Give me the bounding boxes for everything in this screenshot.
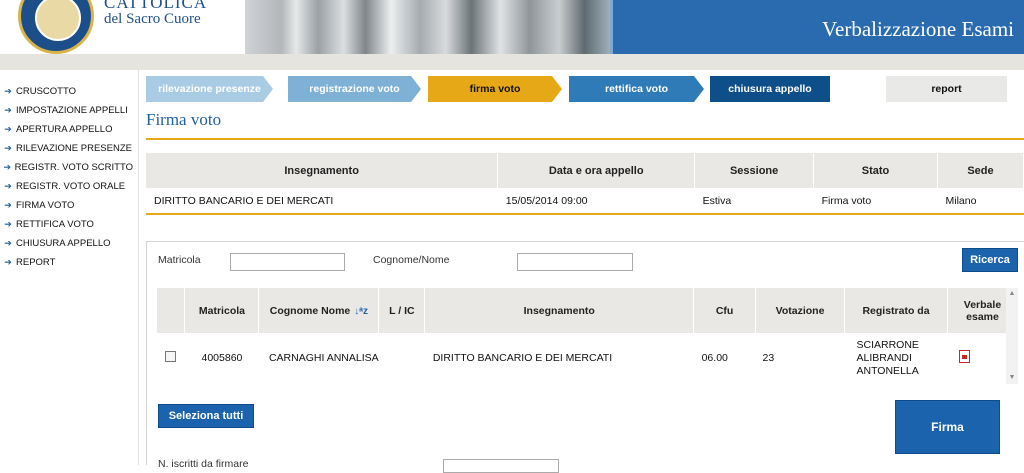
cell-sessione: Estiva bbox=[702, 195, 732, 207]
sort-az-icon[interactable]: ↓ᵃz bbox=[354, 306, 368, 317]
arrow-right-icon: ➔ bbox=[4, 200, 12, 210]
header-banner-image bbox=[245, 0, 610, 54]
title-divider bbox=[146, 138, 1024, 140]
arrow-right-icon: ➔ bbox=[4, 143, 12, 153]
col-header-votazione: Votazione bbox=[755, 288, 845, 333]
step-registrazione-voto[interactable]: registrazione voto bbox=[288, 76, 421, 102]
table-scrollbar[interactable]: ▲ ▼ bbox=[1006, 288, 1018, 384]
sidebar-item-label: CHIUSURA APPELLO bbox=[16, 238, 111, 249]
pdf-icon[interactable] bbox=[959, 350, 971, 363]
sidebar-item-apertura-appello[interactable]: ➔ APERTURA APPELLO bbox=[0, 120, 133, 139]
cell-cognome-nome: CARNAGHI ANNALISA bbox=[268, 352, 379, 364]
sidebar-item-label: APERTURA APPELLO bbox=[16, 124, 113, 135]
col-header-data-ora: Data e ora appello bbox=[497, 153, 696, 188]
cell-matricola: 4005860 bbox=[201, 352, 243, 364]
cell-stato: Firma voto bbox=[821, 195, 872, 207]
cell-select bbox=[157, 333, 185, 383]
arrow-right-icon: ➔ bbox=[4, 105, 12, 115]
matricola-input[interactable] bbox=[230, 253, 345, 271]
cell-lic bbox=[379, 333, 425, 383]
step-rilevazione-presenze[interactable]: rilevazione presenze bbox=[146, 76, 273, 102]
sidebar-item-label: IMPOSTAZIONE APPELLI bbox=[16, 105, 128, 116]
select-row-checkbox[interactable] bbox=[165, 351, 177, 362]
cognome-nome-label: Cognome/Nome bbox=[373, 254, 450, 266]
sidebar-item-firma-voto[interactable]: ➔ FIRMA VOTO bbox=[0, 196, 133, 215]
header-subbar bbox=[0, 54, 1024, 70]
sidebar-item-cruscotto[interactable]: ➔ CRUSCOTTO bbox=[0, 82, 133, 101]
step-chiusura-appello[interactable]: chiusura appello bbox=[710, 76, 830, 102]
col-header-matricola: Matricola bbox=[184, 288, 260, 333]
sidebar-item-label: REGISTR. VOTO SCRITTO bbox=[14, 162, 133, 173]
sidebar-item-registr-voto-scritto[interactable]: ➔ REGISTR. VOTO SCRITTO bbox=[0, 158, 133, 177]
arrow-right-icon: ➔ bbox=[4, 86, 12, 96]
arrow-right-icon: ➔ bbox=[4, 181, 12, 191]
step-report[interactable]: report bbox=[886, 76, 1007, 102]
sidebar-item-label: RILEVAZIONE PRESENZE bbox=[16, 143, 132, 154]
sidebar-divider bbox=[138, 70, 139, 465]
header-title-band: Verbalizzazione Esami bbox=[610, 0, 1024, 54]
sign-button[interactable]: Firma bbox=[895, 400, 1000, 454]
step-rettifica-voto[interactable]: rettifica voto bbox=[569, 76, 704, 102]
cell-sede: Milano bbox=[945, 195, 977, 207]
university-seal-logo bbox=[18, 0, 94, 54]
count-select[interactable] bbox=[443, 459, 559, 473]
students-table: Matricola Cognome Nome ↓ᵃz L / IC Insegna… bbox=[157, 288, 1019, 383]
col-header-sessione: Sessione bbox=[694, 153, 815, 188]
app-header: CATTOLICA del Sacro Cuore Verbalizzazion… bbox=[0, 0, 1024, 54]
sidebar-item-rilevazione-presenze[interactable]: ➔ RILEVAZIONE PRESENZE bbox=[0, 139, 133, 158]
col-header-select bbox=[157, 288, 186, 333]
cognome-nome-input[interactable] bbox=[517, 253, 633, 271]
table-row: DIRITTO BANCARIO E DEI MERCATI 15/05/201… bbox=[146, 188, 1024, 214]
ricerca-button[interactable]: Ricerca bbox=[962, 248, 1018, 272]
arrow-right-icon: ➔ bbox=[4, 257, 12, 267]
app-title: Verbalizzazione Esami bbox=[822, 17, 1014, 41]
sidebar-item-impostazione-appelli[interactable]: ➔ IMPOSTAZIONE APPELLI bbox=[0, 101, 133, 120]
cell-insegnamento: DIRITTO BANCARIO E DEI MERCATI bbox=[154, 195, 334, 207]
arrow-right-icon: ➔ bbox=[3, 162, 12, 172]
scroll-up-icon[interactable]: ▲ bbox=[1006, 288, 1018, 300]
cell-registrato-da: SCIARRONE ALIBRANDI ANTONELLA bbox=[856, 338, 919, 377]
sidebar-item-label: REPORT bbox=[16, 257, 56, 268]
sidebar-item-rettifica-voto[interactable]: ➔ RETTIFICA VOTO bbox=[0, 215, 133, 234]
cell-data-ora: 15/05/2014 09:00 bbox=[505, 195, 588, 207]
cell-insegnamento: DIRITTO BANCARIO E DEI MERCATI bbox=[432, 352, 613, 364]
col-header-stato: Stato bbox=[813, 153, 938, 188]
col-header-label: Cognome Nome bbox=[269, 304, 351, 317]
sidebar-item-report[interactable]: ➔ REPORT bbox=[0, 253, 133, 272]
sidebar-nav: ➔ CRUSCOTTO ➔ IMPOSTAZIONE APPELLI ➔ APERTU… bbox=[0, 82, 133, 272]
sidebar-item-label: REGISTR. VOTO ORALE bbox=[16, 181, 126, 192]
sidebar-item-chiusura-appello[interactable]: ➔ CHIUSURA APPELLO bbox=[0, 234, 133, 253]
university-name-line2: del Sacro Cuore bbox=[104, 11, 201, 27]
page-title: Firma voto bbox=[146, 110, 222, 129]
sidebar-item-label: RETTIFICA VOTO bbox=[16, 219, 94, 230]
table-row: 4005860 CARNAGHI ANNALISA DIRITTO BANCAR… bbox=[157, 333, 1018, 383]
sidebar-item-label: CRUSCOTTO bbox=[16, 86, 76, 97]
arrow-right-icon: ➔ bbox=[4, 238, 12, 248]
col-header-registrato-da: Registrato da bbox=[844, 288, 948, 333]
col-header-cognome-nome[interactable]: Cognome Nome ↓ᵃz bbox=[258, 288, 380, 333]
sidebar-item-registr-voto-orale[interactable]: ➔ REGISTR. VOTO ORALE bbox=[0, 177, 133, 196]
exam-info-table: Insegnamento Data e ora appello Sessione… bbox=[146, 153, 1024, 214]
cell-votazione: 23 bbox=[762, 352, 775, 364]
col-header-insegnamento: Insegnamento bbox=[424, 288, 695, 333]
matricola-label: Matricola bbox=[158, 254, 201, 266]
arrow-right-icon: ➔ bbox=[4, 219, 12, 229]
university-name-line1: CATTOLICA bbox=[104, 0, 208, 12]
select-all-button[interactable]: Seleziona tutti bbox=[158, 404, 254, 428]
sidebar-item-label: FIRMA VOTO bbox=[16, 200, 75, 211]
info-divider bbox=[146, 213, 1024, 215]
scroll-down-icon[interactable]: ▼ bbox=[1006, 372, 1018, 384]
step-firma-voto-active[interactable]: firma voto bbox=[428, 76, 562, 102]
col-header-lic: L / IC bbox=[378, 288, 426, 333]
university-name: CATTOLICA del Sacro Cuore bbox=[104, 0, 207, 28]
col-header-cfu: Cfu bbox=[693, 288, 757, 333]
cell-cfu: 06.00 bbox=[701, 352, 728, 364]
col-header-sede: Sede bbox=[937, 153, 1024, 188]
col-header-insegnamento: Insegnamento bbox=[146, 153, 499, 188]
arrow-right-icon: ➔ bbox=[4, 124, 12, 134]
count-to-sign-label: N. iscritti da firmare bbox=[158, 458, 249, 470]
